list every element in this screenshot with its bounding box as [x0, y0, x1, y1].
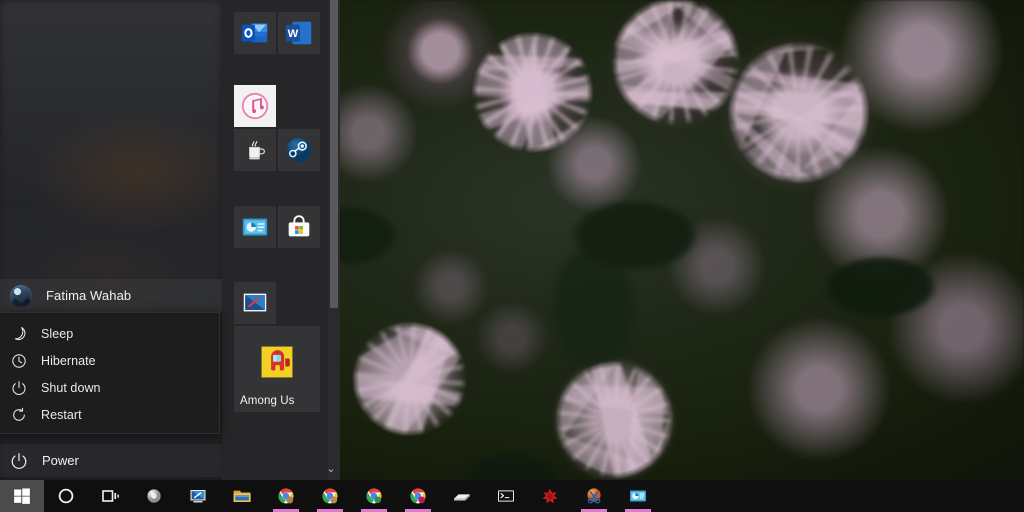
chrome-profile-2-icon: [322, 488, 338, 504]
chevron-down-icon[interactable]: ⌄: [323, 462, 339, 476]
taskbar-item-snipping-tool[interactable]: [572, 480, 616, 512]
tile-powerpoint[interactable]: [234, 206, 276, 248]
taskbar-item-drive[interactable]: [440, 480, 484, 512]
taskbar-item-chrome-1[interactable]: [264, 480, 308, 512]
steam-icon: [286, 137, 312, 163]
start-menu[interactable]: W Among Us ⌄ Fatima Wahab Sleep Hibernat…: [0, 0, 340, 480]
tile-remote-desktop[interactable]: [234, 282, 276, 324]
remote-desktop-icon: [243, 293, 267, 312]
flyout-label-shut-down: Shut down: [41, 380, 101, 395]
outlook-icon: [241, 23, 268, 43]
flyout-item-hibernate[interactable]: Hibernate: [0, 347, 219, 374]
flyout-item-shut-down[interactable]: Shut down: [0, 374, 219, 401]
cortana-circle-icon: [58, 488, 74, 504]
chrome-profile-4-icon: [410, 488, 426, 504]
drive-icon: [454, 494, 470, 501]
flyout-item-restart[interactable]: Restart: [0, 401, 219, 428]
restart-icon: [13, 407, 25, 421]
windows-logo-icon: [14, 488, 30, 504]
taskbar-item-remote-desktop[interactable]: [176, 480, 220, 512]
remote-desktop-icon: [190, 490, 206, 503]
flyout-item-sleep[interactable]: Sleep: [0, 320, 219, 347]
taskbar-item-chrome-4[interactable]: [396, 480, 440, 512]
tile-itunes[interactable]: [234, 85, 276, 127]
start-button[interactable]: [0, 480, 44, 512]
tile-microsoft-store[interactable]: [278, 206, 320, 248]
tiles-scrollbar-thumb[interactable]: [330, 0, 338, 308]
power-icon: [12, 380, 26, 395]
task-view-icon: [102, 490, 119, 502]
taskbar-item-red-app[interactable]: [528, 480, 572, 512]
flyout-label-sleep: Sleep: [41, 326, 74, 341]
power-flyout-menu[interactable]: Sleep Hibernate Shut down Restart: [0, 312, 220, 434]
tile-label-among-us: Among Us: [240, 395, 295, 407]
word-icon: W: [285, 21, 312, 45]
java-icon: [249, 141, 266, 160]
taskbar-item-command-prompt[interactable]: [484, 480, 528, 512]
store-icon: [288, 215, 310, 237]
cortana-orb-icon: [147, 489, 161, 503]
svg-text:W: W: [288, 28, 299, 40]
avatar[interactable]: [10, 284, 32, 307]
tile-word[interactable]: W: [278, 12, 320, 54]
user-account-row[interactable]: Fatima Wahab: [0, 279, 222, 312]
flyout-label-restart: Restart: [41, 407, 82, 422]
itunes-icon: [241, 92, 269, 120]
command-prompt-icon: [498, 490, 514, 502]
power-icon: [11, 452, 27, 469]
taskbar-item-cortana-orb[interactable]: [132, 480, 176, 512]
tile-java[interactable]: [234, 129, 276, 171]
tile-outlook[interactable]: [234, 12, 276, 54]
start-menu-tiles-pane[interactable]: W Among Us: [222, 0, 328, 480]
power-button[interactable]: Power: [0, 444, 222, 477]
taskbar-item-chrome-3[interactable]: [352, 480, 396, 512]
file-explorer-icon: [233, 490, 251, 502]
clock-icon: [12, 353, 26, 368]
flyout-label-hibernate: Hibernate: [41, 353, 96, 368]
red-splat-icon: [542, 488, 558, 504]
chrome-profile-1-icon: [278, 488, 294, 504]
chrome-profile-3-icon: [366, 488, 382, 504]
taskbar-item-cortana[interactable]: [44, 480, 88, 512]
powerpoint-icon: [242, 218, 268, 236]
tile-among-us[interactable]: Among Us: [234, 326, 320, 412]
tile-steam[interactable]: [278, 129, 320, 171]
power-button-label: Power: [42, 453, 79, 468]
among-us-icon: [261, 346, 293, 378]
snipping-tool-icon: [587, 488, 601, 504]
user-name-label: Fatima Wahab: [46, 288, 132, 303]
taskbar[interactable]: [0, 480, 1024, 512]
powerpoint-icon: [630, 490, 646, 502]
moon-icon: [14, 326, 26, 340]
taskbar-item-file-explorer[interactable]: [220, 480, 264, 512]
taskbar-item-task-view[interactable]: [88, 480, 132, 512]
taskbar-item-powerpoint[interactable]: [616, 480, 660, 512]
taskbar-item-chrome-2[interactable]: [308, 480, 352, 512]
